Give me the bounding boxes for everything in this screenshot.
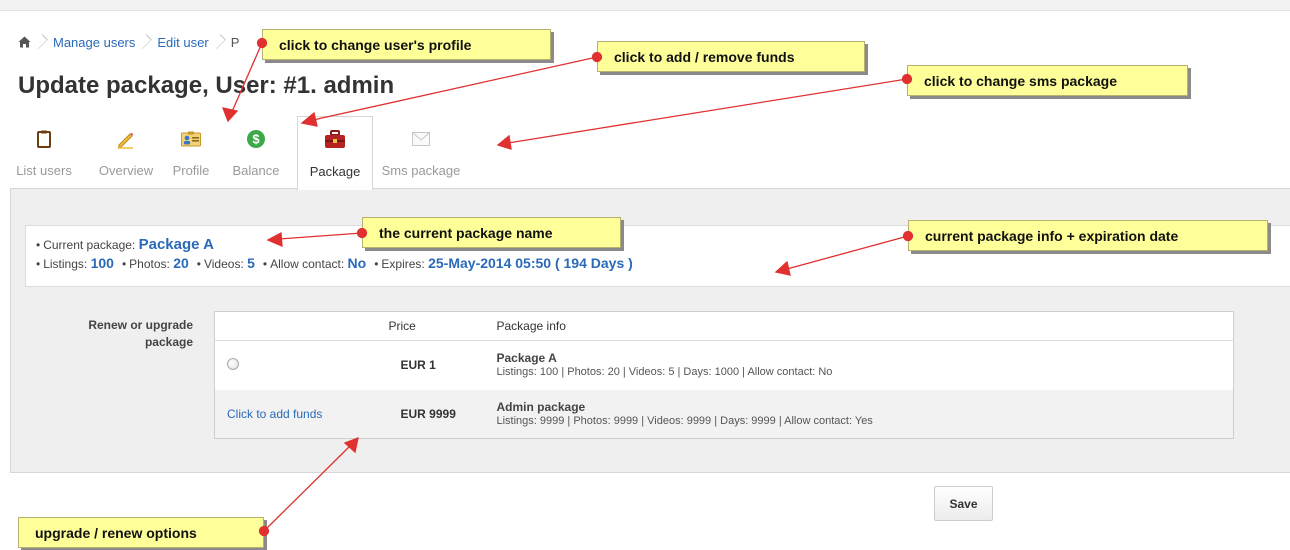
page-title: Update package, User: #1. admin (18, 72, 395, 99)
package-options-table: Price Package info EUR 1 Package A Listi… (214, 311, 1234, 439)
save-button[interactable]: Save (934, 486, 993, 521)
breadcrumb-separator (142, 32, 150, 52)
home-icon[interactable] (18, 36, 31, 48)
add-funds-link[interactable]: Click to add funds (227, 407, 322, 421)
tab-list-users[interactable]: List users (16, 116, 72, 189)
breadcrumb-edit-user[interactable]: Edit user (157, 35, 208, 50)
tab-label: Balance (232, 163, 280, 178)
tab-sms-package[interactable]: Sms package (373, 116, 469, 189)
tab-label: Package (309, 164, 361, 179)
tab-profile[interactable]: Profile (164, 116, 218, 189)
clipboard-icon (37, 116, 51, 156)
callout-sms: click to change sms package (907, 65, 1188, 96)
tab-overview[interactable]: Overview (88, 116, 164, 189)
breadcrumb: Manage users Edit user P (18, 32, 239, 52)
allow-contact-label: Allow contact: (270, 257, 345, 271)
current-package-label: Current package: (43, 238, 136, 252)
expires-value: 25-May-2014 05:50 ( 194 Days ) (428, 255, 633, 271)
callout-upgrade: upgrade / renew options (18, 517, 264, 548)
tab-label: List users (16, 163, 72, 178)
renew-upgrade-label: Renew or upgrade package (88, 318, 193, 349)
package-price: EUR 1 (400, 358, 436, 373)
top-bar (0, 0, 1290, 11)
dollar-coin-icon: $ (246, 116, 266, 156)
package-name: Admin package (496, 399, 586, 414)
arrow-sms (496, 73, 913, 150)
package-details: Listings: 9999 | Photos: 9999 | Videos: … (496, 414, 873, 427)
breadcrumb-separator (216, 32, 224, 52)
videos-label: Videos: (203, 257, 244, 271)
tab-label: Overview (98, 163, 154, 178)
tab-label: Profile (172, 163, 210, 178)
allow-contact-value: No (347, 255, 367, 271)
package-info-header: Package info (496, 311, 1234, 341)
breadcrumb-current: P (230, 34, 240, 50)
package-name: Package A (496, 351, 557, 366)
photos-value: 20 (173, 255, 189, 271)
tab-label: Sms package (381, 163, 461, 178)
breadcrumb-manage-users[interactable]: Manage users (53, 35, 135, 50)
callout-profile: click to change user's profile (262, 29, 551, 60)
svg-text:$: $ (252, 132, 260, 147)
package-price: EUR 9999 (388, 389, 497, 439)
briefcase-icon (324, 117, 346, 157)
package-radio[interactable] (227, 357, 239, 370)
callout-package-info: current package info + expiration date (908, 220, 1268, 251)
table-header-row: Price Package info (214, 311, 1234, 341)
pencil-icon (116, 116, 136, 156)
listings-value: 100 (90, 255, 114, 271)
current-package-stats: • Listings: 100 • Photos: 20 • Videos: 5… (36, 255, 633, 271)
callout-package-name: the current package name (362, 217, 621, 248)
expires-label: Expires: (381, 257, 425, 271)
videos-value: 5 (247, 255, 255, 271)
photos-label: Photos: (129, 257, 170, 271)
tab-balance[interactable]: $ Balance (221, 116, 291, 189)
tab-bar: List users Overview Profile $ Balance Pa… (16, 116, 469, 190)
breadcrumb-separator (38, 32, 46, 52)
package-details: Listings: 100 | Photos: 20 | Videos: 5 |… (496, 366, 833, 379)
current-package-name: Package A (138, 236, 214, 253)
price-header: Price (388, 311, 497, 341)
tab-package[interactable]: Package (297, 116, 373, 190)
callout-funds: click to add / remove funds (597, 41, 865, 72)
id-card-icon (181, 116, 201, 156)
envelope-icon (412, 116, 430, 156)
table-row: Click to add funds EUR 9999 Admin packag… (214, 389, 1234, 439)
table-row: EUR 1 Package A Listings: 100 | Photos: … (215, 341, 1234, 390)
listings-label: Listings: (43, 257, 88, 271)
